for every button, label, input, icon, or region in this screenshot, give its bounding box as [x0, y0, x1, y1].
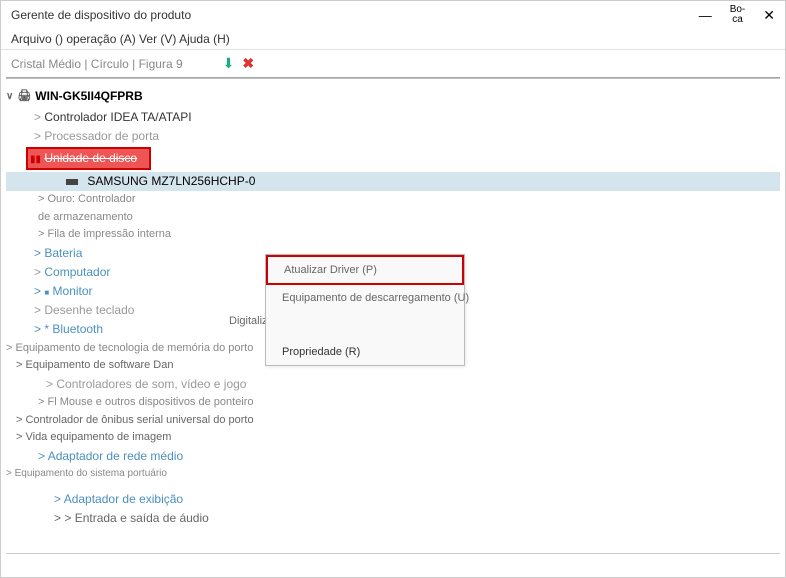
ctx-update-driver[interactable]: Atualizar Driver (P): [266, 255, 464, 285]
context-menu: Atualizar Driver (P) Equipamento de desc…: [265, 254, 465, 366]
tree-node[interactable]: > Controlador IDEA TA/ATAPI: [6, 108, 780, 127]
computer-icon: 🖨︎: [17, 88, 31, 106]
network-node[interactable]: > Adaptador de rede médio: [6, 447, 780, 466]
disk-icon: [66, 179, 78, 185]
device-manager-window: Gerente de dispositivo do produto — Bo-c…: [0, 0, 786, 578]
status-bar: [6, 553, 780, 577]
tree-node[interactable]: > Controlador de ônibus serial universal…: [6, 412, 780, 430]
ctx-uninstall[interactable]: Equipamento de descarregamento (U): [266, 285, 464, 311]
device-name: SAMSUNG MZ7LN256HCHP-0: [87, 174, 255, 188]
disk-drives-label: Unidade de disco: [44, 151, 137, 165]
install-icon[interactable]: ⬇︎: [223, 55, 235, 72]
audio-node[interactable]: > > Entrada e saída de áudio: [6, 509, 780, 528]
delete-icon[interactable]: ✖: [242, 55, 254, 72]
minimize-button[interactable]: —: [699, 8, 712, 23]
tree-node[interactable]: > Ouro: Controlador: [6, 191, 780, 209]
window-controls: — Bo-ca ✕: [699, 5, 775, 25]
tree-root[interactable]: ∨ 🖨︎ WIN-GK5II4QFPRB: [6, 87, 780, 106]
pause-icon: ▮▮: [30, 154, 41, 165]
tree-node[interactable]: > Processador de porta: [6, 127, 780, 146]
disk-drives-selected[interactable]: ▮▮ Unidade de disco: [26, 147, 151, 170]
window-title: Gerente de dispositivo do produto: [11, 8, 191, 22]
ctx-properties[interactable]: Propriedade (R): [266, 339, 464, 365]
tree-node[interactable]: > Controladores de som, vídeo e jogo: [6, 375, 780, 394]
root-label: WIN-GK5II4QFPRB: [35, 87, 142, 106]
chevron-down-icon[interactable]: ∨: [6, 89, 13, 105]
content-area: ∨ 🖨︎ WIN-GK5II4QFPRB > Controlador IDEA …: [1, 79, 785, 553]
maximize-button[interactable]: Bo-ca: [730, 5, 746, 25]
tree-node[interactable]: > Equipamento do sistema portuário: [6, 466, 780, 482]
toolbar: Cristal Médio | Círculo | Figura 9 ⬇︎ ✖: [1, 49, 785, 77]
ctx-spacer: [266, 311, 464, 339]
close-button[interactable]: ✕: [763, 7, 775, 24]
tree-node[interactable]: de armazenamento: [6, 209, 780, 227]
menubar[interactable]: Arquivo () operação (A) Ver (V) Ajuda (H…: [1, 29, 785, 49]
selected-device-row[interactable]: SAMSUNG MZ7LN256HCHP-0: [6, 172, 780, 191]
tree-node[interactable]: > Fl Mouse e outros dispositivos de pont…: [6, 394, 780, 412]
tree-node[interactable]: > Fila de impressão interna: [6, 226, 780, 244]
tree-node[interactable]: > Vida equipamento de imagem: [6, 429, 780, 447]
toolbar-text: Cristal Médio | Círculo | Figura 9: [11, 57, 183, 71]
display-adapter-node[interactable]: > Adaptador de exibição: [6, 490, 780, 509]
titlebar: Gerente de dispositivo do produto — Bo-c…: [1, 1, 785, 29]
